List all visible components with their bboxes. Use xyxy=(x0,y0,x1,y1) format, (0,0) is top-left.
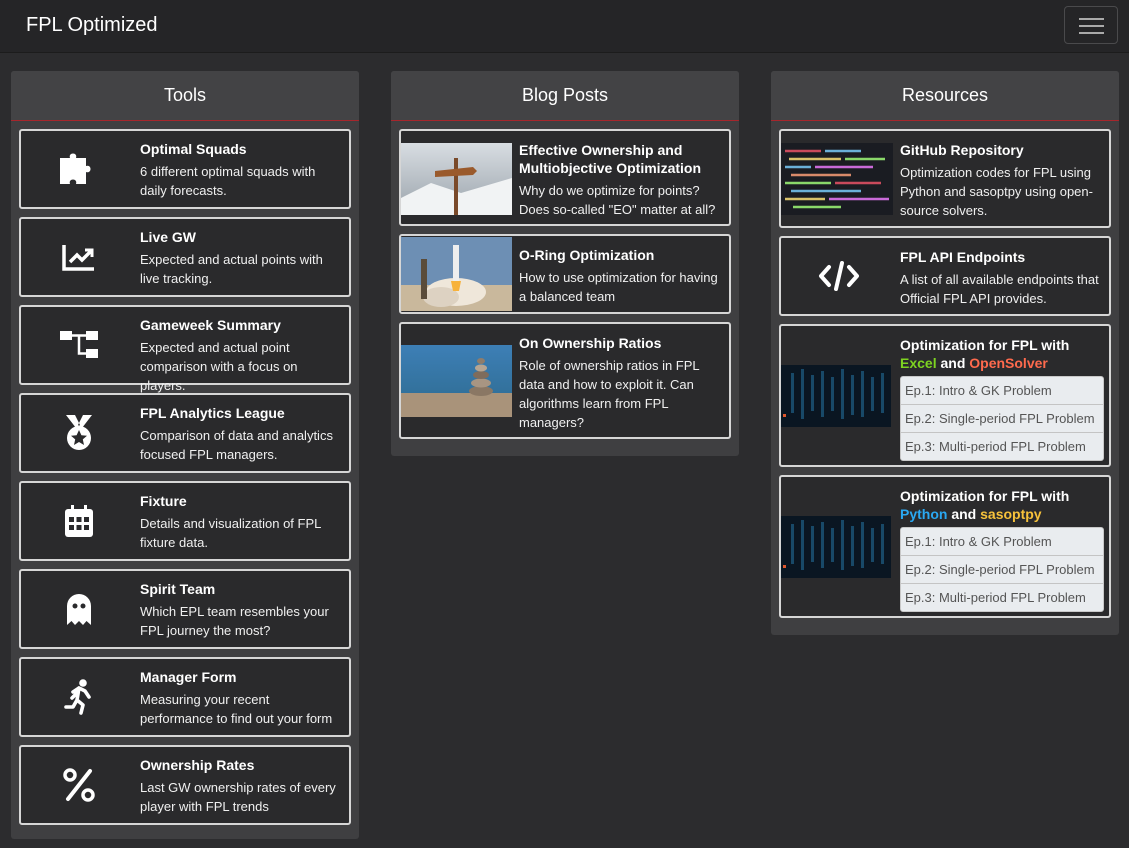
tools-header: Tools xyxy=(11,71,359,121)
card-title: On Ownership Ratios xyxy=(519,335,662,351)
resource-card-fpl-api[interactable]: FPL API Endpoints A list of all availabl… xyxy=(779,236,1111,316)
tool-card-ownership-rates[interactable]: Ownership Rates Last GW ownership rates … xyxy=(19,745,351,825)
card-title: Optimization for FPL with Excel and Open… xyxy=(900,336,1103,372)
card-desc: How to use optimization for having a bal… xyxy=(519,270,718,304)
tool-card-optimal-squads[interactable]: Optimal Squads 6 different optimal squad… xyxy=(19,129,351,209)
episode-link[interactable]: Ep.1: Intro & GK Problem xyxy=(901,528,1103,555)
blog-card-ownership-ratios[interactable]: On Ownership Ratios Role of ownership ra… xyxy=(399,322,731,439)
tool-card-spirit-team[interactable]: Spirit Team Which EPL team resembles you… xyxy=(19,569,351,649)
card-desc: 6 different optimal squads with daily fo… xyxy=(140,164,316,198)
card-title: O-Ring Optimization xyxy=(519,247,655,263)
card-desc: Expected and actual point comparison wit… xyxy=(140,340,298,393)
card-title: Manager Form xyxy=(140,669,237,685)
signpost-image xyxy=(401,143,512,215)
resource-card-python-sasoptpy[interactable]: Optimization for FPL with Python and sas… xyxy=(779,475,1111,618)
tools-column: Tools Optimal Squads 6 different optimal… xyxy=(11,71,359,839)
card-title: FPL API Endpoints xyxy=(900,249,1026,265)
card-desc: Expected and actual points with live tra… xyxy=(140,252,323,286)
sitemap-icon xyxy=(21,307,137,383)
blog-header: Blog Posts xyxy=(391,71,739,121)
card-title: Ownership Rates xyxy=(140,757,255,773)
ghost-icon xyxy=(21,571,137,647)
resources-header: Resources xyxy=(771,71,1119,121)
and-label: and xyxy=(940,355,966,371)
card-desc: Role of ownership ratios in FPL data and… xyxy=(519,358,700,430)
menu-toggle-button[interactable] xyxy=(1064,6,1118,44)
medal-icon xyxy=(21,395,137,471)
card-desc: A list of all available endpoints that O… xyxy=(900,272,1099,306)
episode-list: Ep.1: Intro & GK Problem Ep.2: Single-pe… xyxy=(900,527,1104,612)
percent-icon xyxy=(21,747,137,823)
resources-column: Resources GitHub Repository Optimization… xyxy=(771,71,1119,635)
card-title: Optimal Squads xyxy=(140,141,247,157)
episode-link[interactable]: Ep.1: Intro & GK Problem xyxy=(901,377,1103,404)
episode-link[interactable]: Ep.3: Multi-period FPL Problem xyxy=(901,583,1103,611)
card-desc: Comparison of data and analytics focused… xyxy=(140,428,333,462)
episode-list: Ep.1: Intro & GK Problem Ep.2: Single-pe… xyxy=(900,376,1104,461)
card-title: Effective Ownership and Multiobjective O… xyxy=(519,142,702,176)
rocket-launch-image xyxy=(401,237,512,311)
card-desc: Last GW ownership rates of every player … xyxy=(140,780,336,814)
brand-title[interactable]: FPL Optimized xyxy=(26,14,158,37)
puzzle-icon xyxy=(21,131,137,207)
video-thumbnail-image xyxy=(781,516,891,578)
sasoptpy-label: sasoptpy xyxy=(980,506,1042,522)
tool-card-fixture[interactable]: Fixture Details and visualization of FPL… xyxy=(19,481,351,561)
blog-card-effective-ownership[interactable]: Effective Ownership and Multiobjective O… xyxy=(399,129,731,226)
card-desc: Measuring your recent performance to fin… xyxy=(140,692,333,726)
card-title: Optimization for FPL with Python and sas… xyxy=(900,487,1103,523)
tool-card-manager-form[interactable]: Manager Form Measuring your recent perfo… xyxy=(19,657,351,737)
card-title: GitHub Repository xyxy=(900,142,1024,158)
tool-card-gameweek-summary[interactable]: Gameweek Summary Expected and actual poi… xyxy=(19,305,351,393)
episode-link[interactable]: Ep.2: Single-period FPL Problem xyxy=(901,404,1103,432)
card-title-prefix: Optimization for FPL with xyxy=(900,488,1070,504)
stacked-stones-image xyxy=(401,345,512,417)
tool-card-live-gw[interactable]: Live GW Expected and actual points with … xyxy=(19,217,351,297)
python-label: Python xyxy=(900,506,948,522)
blog-column: Blog Posts Effective Ownership and Multi… xyxy=(391,71,739,456)
episode-link[interactable]: Ep.2: Single-period FPL Problem xyxy=(901,555,1103,583)
running-icon xyxy=(21,659,137,735)
resource-card-github[interactable]: GitHub Repository Optimization codes for… xyxy=(779,129,1111,228)
card-desc: Optimization codes for FPL using Python … xyxy=(900,165,1093,218)
video-thumbnail-image xyxy=(781,365,891,427)
navbar: FPL Optimized xyxy=(0,0,1129,53)
card-title: Spirit Team xyxy=(140,581,216,597)
tool-card-fpl-analytics-league[interactable]: FPL Analytics League Comparison of data … xyxy=(19,393,351,473)
card-title: FPL Analytics League xyxy=(140,405,285,421)
card-desc: Which EPL team resembles your FPL journe… xyxy=(140,604,329,638)
resource-card-excel-opensolver[interactable]: Optimization for FPL with Excel and Open… xyxy=(779,324,1111,467)
calendar-icon xyxy=(21,483,137,559)
card-title: Fixture xyxy=(140,493,187,509)
opensolver-label: OpenSolver xyxy=(969,355,1048,371)
card-title: Live GW xyxy=(140,229,197,245)
card-title: Gameweek Summary xyxy=(140,317,281,333)
card-desc: Details and visualization of FPL fixture… xyxy=(140,516,321,550)
card-desc: Why do we optimize for points? Does so-c… xyxy=(519,183,716,217)
code-screen-image xyxy=(781,143,893,215)
chart-line-icon xyxy=(21,219,137,295)
excel-label: Excel xyxy=(900,355,937,371)
blog-card-o-ring[interactable]: O-Ring Optimization How to use optimizat… xyxy=(399,234,731,314)
code-icon xyxy=(781,238,897,314)
card-title-prefix: Optimization for FPL with xyxy=(900,337,1070,353)
episode-link[interactable]: Ep.3: Multi-period FPL Problem xyxy=(901,432,1103,460)
and-label: and xyxy=(951,506,977,522)
